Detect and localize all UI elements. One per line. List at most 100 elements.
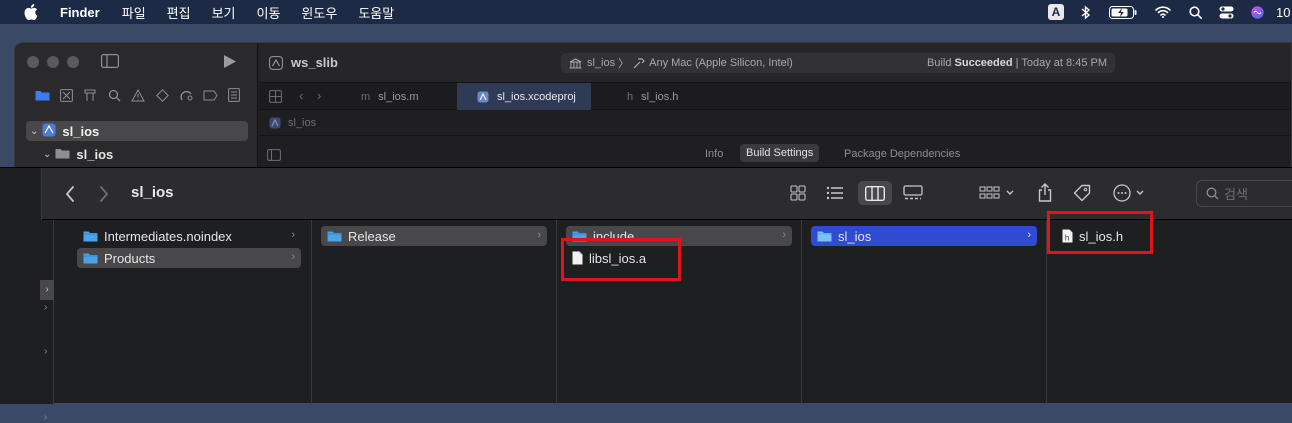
project-icon — [269, 56, 283, 75]
sidebar-toggle-icon[interactable] — [101, 54, 119, 73]
scheme-icon[interactable] — [569, 57, 582, 69]
group-by-menu-icon[interactable] — [978, 184, 1018, 202]
run-button-icon[interactable] — [223, 54, 237, 74]
search-field[interactable]: 검색 — [1196, 180, 1292, 207]
column-view-icon[interactable] — [858, 181, 892, 205]
menu-file[interactable]: 파일 — [122, 3, 146, 22]
tab-info[interactable]: Info — [705, 148, 723, 160]
navigator-root-row[interactable]: ⌄ sl_ios — [26, 121, 248, 141]
navigator-child-row[interactable]: ⌄ sl_ios — [43, 144, 113, 164]
menu-view[interactable]: 보기 — [212, 3, 236, 22]
icon-view-icon[interactable] — [789, 184, 807, 202]
debug-navigator-icon[interactable] — [177, 87, 195, 103]
disclosure-down-icon[interactable]: ⌄ — [43, 149, 51, 160]
source-control-icon[interactable] — [57, 87, 75, 103]
item-label: libsl_ios.a — [589, 250, 647, 266]
menu-window[interactable]: 윈도우 — [301, 3, 337, 22]
finder-window-title: sl_ios — [131, 184, 174, 201]
folder-icon — [572, 230, 587, 242]
collapsed-column: › › › › — [40, 220, 54, 423]
document-file-icon — [572, 251, 583, 265]
list-item-selected[interactable]: Release › — [321, 226, 547, 246]
close-window-button[interactable] — [27, 56, 39, 68]
build-status-time: | Today at 8:45 PM — [1015, 57, 1107, 69]
destination-label[interactable]: Any Mac (Apple Silicon, Intel) — [649, 57, 793, 69]
apple-menu-icon[interactable] — [24, 4, 40, 20]
tab-label: sl_ios.h — [641, 90, 679, 103]
jump-bar-item[interactable]: sl_ios — [288, 117, 316, 129]
m-file-icon: m — [361, 90, 371, 103]
gallery-view-icon[interactable] — [903, 184, 923, 202]
chevron-right-icon[interactable]: › — [44, 346, 47, 357]
find-navigator-icon[interactable] — [105, 87, 123, 103]
tab-label: sl_ios.m — [378, 90, 419, 103]
siri-icon[interactable] — [1250, 5, 1264, 19]
list-item-selected[interactable]: sl_ios › — [811, 226, 1037, 246]
tab-build-settings[interactable]: Build Settings — [740, 144, 820, 162]
finder-column-2: Release › — [312, 220, 557, 404]
spotlight-search-icon[interactable] — [1188, 5, 1202, 19]
menu-help[interactable]: 도움말 — [358, 3, 394, 22]
finder-left-edge: › › › › — [0, 168, 54, 423]
list-item-selected[interactable]: Products › — [77, 248, 301, 268]
activity-view: sl_ios 〉 Any Mac (Apple Silicon, Intel) … — [561, 53, 1115, 73]
chevron-right-icon[interactable]: › — [44, 412, 47, 423]
finder-toolbar: sl_ios 검색 — [0, 168, 1292, 220]
scheme-name[interactable]: sl_ios — [587, 57, 615, 69]
item-label: Release — [348, 228, 396, 244]
header-file-h-icon: h — [1062, 229, 1073, 243]
chevron-right-icon[interactable]: › — [44, 302, 47, 313]
project-icon — [42, 123, 56, 140]
menu-edit[interactable]: 편집 — [167, 3, 191, 22]
more-actions-icon[interactable] — [1112, 183, 1150, 203]
project-title: ws_slib — [291, 55, 338, 70]
menu-go[interactable]: 이동 — [257, 3, 281, 22]
tab-sl-ios-h[interactable]: h sl_ios.h — [591, 83, 711, 110]
wifi-icon[interactable] — [1154, 6, 1172, 18]
tab-sl-ios-m[interactable]: m sl_ios.m — [349, 83, 457, 110]
report-navigator-icon[interactable] — [225, 87, 243, 103]
chevron-right-icon: 〉 — [618, 58, 630, 70]
breakpoint-navigator-icon[interactable] — [201, 87, 219, 103]
sidebar-toggle-icon[interactable] — [267, 149, 281, 164]
back-button-icon[interactable] — [62, 184, 78, 204]
test-navigator-icon[interactable] — [153, 87, 171, 103]
build-status: Build Succeeded | Today at 8:45 PM — [927, 57, 1107, 69]
forward-arrow-icon[interactable]: › — [317, 88, 321, 103]
minimize-window-button[interactable] — [47, 56, 59, 68]
list-view-icon[interactable] — [825, 184, 845, 202]
share-icon[interactable] — [1036, 181, 1054, 203]
item-label: include — [593, 228, 635, 244]
chevron-right-icon[interactable]: › — [40, 280, 54, 300]
tab-package-dependencies[interactable]: Package Dependencies — [844, 148, 960, 160]
finder-window: sl_ios 검색 › › › › Intermediates.noindex … — [0, 167, 1292, 423]
back-arrow-icon[interactable]: ‹ — [299, 88, 303, 103]
list-item-selected[interactable]: include › — [566, 226, 792, 246]
grid-icon[interactable] — [269, 90, 282, 108]
forward-button-icon[interactable] — [96, 184, 112, 204]
group-folder-icon — [55, 147, 70, 162]
list-item[interactable]: Intermediates.noindex › — [77, 226, 301, 246]
menu-app-name[interactable]: Finder — [60, 5, 100, 20]
list-item[interactable]: libsl_ios.a — [566, 248, 792, 268]
tag-icon[interactable] — [1072, 183, 1092, 203]
issue-navigator-icon[interactable] — [129, 87, 147, 103]
input-source-icon[interactable]: A — [1048, 4, 1064, 20]
chevron-right-icon: › — [291, 229, 295, 241]
symbol-navigator-icon[interactable] — [81, 87, 99, 103]
project-navigator-folder-icon[interactable] — [33, 87, 51, 103]
build-status-prefix: Build — [926, 57, 952, 69]
disclosure-down-icon[interactable]: ⌄ — [30, 126, 38, 137]
xcode-editor-area: ws_slib sl_ios 〉 Any Mac (Apple Silicon,… — [259, 43, 1291, 169]
clock[interactable]: 10 — [1276, 5, 1292, 20]
zoom-window-button[interactable] — [67, 56, 79, 68]
navigator-root-label: sl_ios — [62, 123, 100, 139]
battery-icon[interactable] — [1108, 5, 1138, 19]
xcodeproj-icon — [477, 91, 489, 103]
search-icon — [1206, 187, 1219, 200]
bluetooth-icon[interactable] — [1080, 4, 1092, 20]
control-center-icon[interactable] — [1218, 6, 1234, 19]
tab-sl-ios-xcodeproj[interactable]: sl_ios.xcodeproj — [457, 83, 591, 110]
folder-icon — [817, 230, 832, 242]
list-item[interactable]: h sl_ios.h — [1056, 226, 1282, 246]
